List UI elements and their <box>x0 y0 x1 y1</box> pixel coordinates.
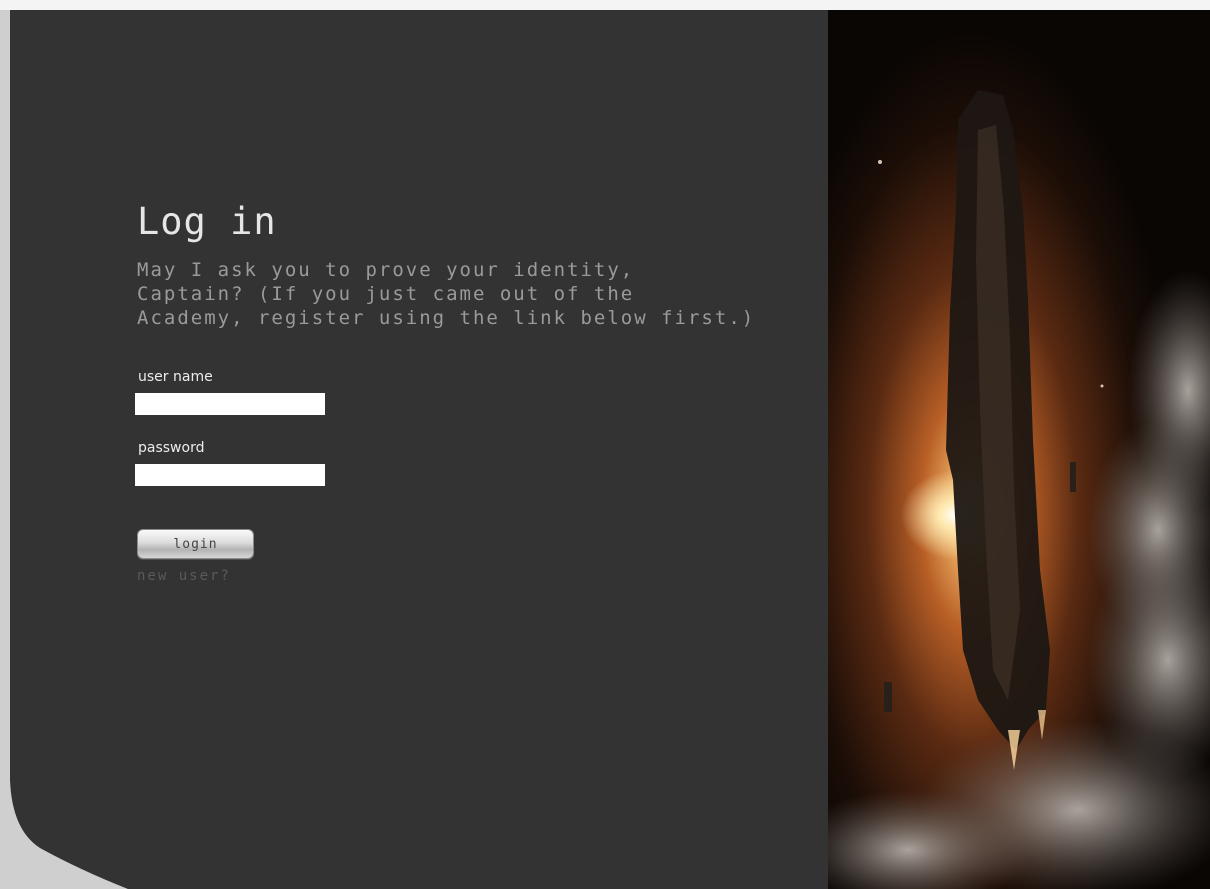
password-input[interactable] <box>135 464 325 486</box>
panel-corner-curve <box>0 720 128 889</box>
username-input[interactable] <box>135 393 325 415</box>
username-label: user name <box>138 369 213 385</box>
intro-text: May I ask you to prove your identity, Ca… <box>137 259 756 329</box>
top-strip <box>0 0 1210 10</box>
login-title: Log in <box>137 200 277 243</box>
nebula-illustration <box>828 10 1210 889</box>
login-button[interactable]: login <box>137 529 254 559</box>
password-label: password <box>138 440 205 456</box>
new-user-link[interactable]: new user? <box>137 568 231 584</box>
spaceship-nebula-image <box>828 10 1210 889</box>
